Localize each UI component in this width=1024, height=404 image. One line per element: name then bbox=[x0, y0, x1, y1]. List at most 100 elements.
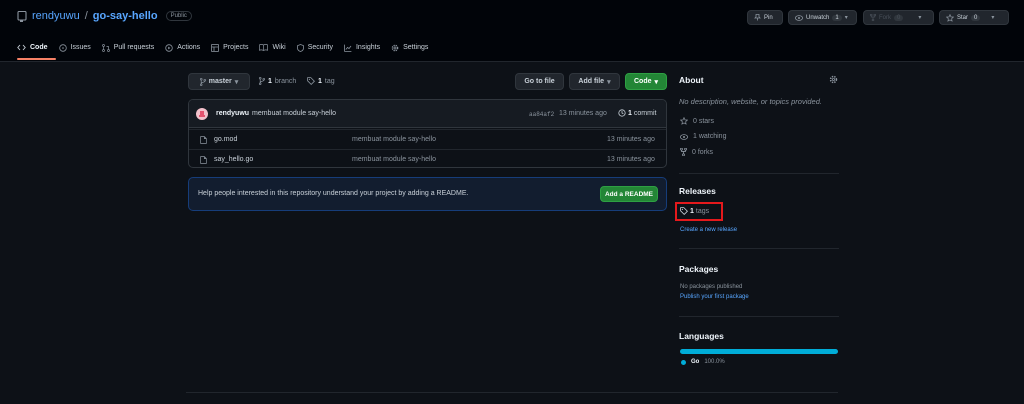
add-readme-button[interactable]: Add a README bbox=[600, 186, 658, 202]
tab-settings[interactable]: Settings bbox=[391, 40, 428, 55]
star-icon bbox=[680, 117, 688, 125]
commit-count: 1 bbox=[628, 109, 632, 117]
tab-projects[interactable]: Projects bbox=[211, 40, 248, 55]
book-icon bbox=[259, 44, 269, 51]
tags-word: tags bbox=[695, 207, 710, 215]
watching-link[interactable]: 1 watching bbox=[680, 133, 726, 140]
commit-sha[interactable]: aa84af2 bbox=[529, 111, 554, 118]
pin-button[interactable]: Pin bbox=[747, 10, 783, 25]
chevron-down-icon: ▾ bbox=[991, 15, 995, 21]
file-commit-message[interactable]: membuat module say-hello bbox=[352, 156, 436, 163]
tab-label: Insights bbox=[355, 44, 381, 51]
forks-link[interactable]: 0 forks bbox=[680, 148, 713, 156]
tab-label: Code bbox=[30, 44, 48, 51]
pull-request-icon bbox=[101, 43, 110, 52]
fork-icon bbox=[870, 14, 876, 21]
language-bar bbox=[680, 349, 838, 354]
tab-issues[interactable]: Issues bbox=[58, 40, 91, 55]
watching-text: 1 watching bbox=[693, 133, 727, 140]
code-icon bbox=[17, 44, 26, 51]
repo-separator: / bbox=[84, 10, 88, 22]
chevron-down-icon: ▾ bbox=[607, 78, 611, 86]
no-packages-text: No packages published bbox=[680, 284, 743, 290]
create-release-link[interactable]: Create a new release bbox=[680, 227, 737, 233]
branch-selector[interactable]: master ▾ bbox=[188, 73, 250, 90]
branch-icon bbox=[259, 77, 265, 85]
eye-icon bbox=[795, 14, 803, 21]
tab-label: Actions bbox=[177, 44, 201, 51]
file-commit-message[interactable]: membuat module say-hello bbox=[352, 136, 436, 143]
chevron-down-icon: ▾ bbox=[844, 15, 848, 21]
tab-label: Projects bbox=[223, 44, 249, 51]
file-time: 13 minutes ago bbox=[607, 136, 655, 143]
tab-label: Wiki bbox=[272, 44, 286, 51]
tab-label: Security bbox=[307, 44, 333, 51]
gear-icon[interactable] bbox=[829, 75, 838, 84]
repo-owner-link[interactable]: rendyuwu bbox=[32, 10, 80, 22]
tab-label: Pull requests bbox=[113, 44, 155, 51]
watch-count: 1 bbox=[832, 14, 842, 21]
commit-message[interactable]: membuat module say-hello bbox=[252, 110, 336, 117]
star-count: 0 bbox=[971, 14, 981, 21]
code-button-label: Code bbox=[633, 78, 652, 85]
fork-count: 0 bbox=[894, 14, 904, 21]
language-go-link[interactable]: Go 100.0% bbox=[681, 359, 725, 365]
file-name[interactable]: say_hello.go bbox=[214, 156, 253, 163]
commit-time: 13 minutes ago bbox=[559, 110, 607, 117]
readme-prompt: Help people interested in this repositor… bbox=[198, 190, 469, 197]
add-file-button[interactable]: Add file ▾ bbox=[569, 73, 620, 90]
tab-pull-requests[interactable]: Pull requests bbox=[101, 40, 155, 55]
tab-label: Issues bbox=[70, 44, 91, 51]
shield-icon bbox=[296, 43, 304, 52]
go-to-file-button[interactable]: Go to file bbox=[515, 73, 564, 90]
code-button[interactable]: Code ▾ bbox=[625, 73, 667, 90]
visibility-badge: Public bbox=[165, 11, 192, 21]
language-dot bbox=[681, 359, 686, 365]
commit-word: commit bbox=[633, 109, 657, 117]
eye-icon bbox=[680, 133, 688, 140]
releases-heading[interactable]: Releases bbox=[679, 186, 716, 196]
tags-link[interactable]: 1 tag bbox=[307, 77, 335, 85]
tab-actions[interactable]: Actions bbox=[165, 40, 200, 55]
tag-icon bbox=[307, 77, 315, 85]
active-tab-indicator bbox=[17, 58, 56, 60]
fork-icon bbox=[680, 148, 687, 156]
sidebar-divider bbox=[679, 248, 839, 249]
commits-link[interactable]: 1 commit bbox=[618, 109, 656, 117]
repo-name-link[interactable]: go-say-hello bbox=[93, 10, 158, 22]
table-row[interactable]: say_hello.go membuat module say-hello 13… bbox=[189, 149, 666, 167]
about-description: No description, website, or topics provi… bbox=[679, 97, 822, 106]
file-name[interactable]: go.mod bbox=[214, 136, 237, 143]
fork-button[interactable]: Fork 0 ▾ bbox=[863, 10, 934, 25]
table-icon bbox=[211, 43, 219, 52]
branches-link[interactable]: 1 branch bbox=[259, 77, 296, 85]
branch-icon bbox=[199, 77, 206, 86]
branch-word: branch bbox=[274, 77, 297, 85]
table-row[interactable]: go.mod membuat module say-hello 13 minut… bbox=[189, 129, 666, 149]
sidebar-divider bbox=[679, 316, 839, 317]
tab-wiki[interactable]: Wiki bbox=[259, 40, 286, 55]
language-percent: 100.0% bbox=[704, 359, 725, 365]
repo-header: rendyuwu / go-say-hello Public Pin Unwat… bbox=[0, 0, 1024, 62]
tab-code[interactable]: Code bbox=[17, 40, 48, 55]
packages-heading[interactable]: Packages bbox=[679, 264, 718, 274]
star-button[interactable]: Star 0 ▾ bbox=[939, 10, 1009, 25]
stars-text: 0 stars bbox=[693, 117, 715, 125]
pin-icon bbox=[754, 14, 761, 21]
tab-security[interactable]: Security bbox=[296, 40, 333, 55]
commit-author[interactable]: rendyuwu bbox=[216, 110, 249, 117]
unwatch-button[interactable]: Unwatch 1 ▾ bbox=[788, 10, 857, 25]
history-icon bbox=[618, 109, 626, 117]
tags-count-link[interactable]: 1 tags bbox=[680, 207, 709, 215]
stars-link[interactable]: 0 stars bbox=[680, 117, 714, 125]
latest-commit-bar: rendyuwu membuat module say-hello aa84af… bbox=[189, 100, 666, 128]
repo-tabs: Code Issues Pull requests Actions Projec… bbox=[17, 40, 439, 55]
publish-package-link[interactable]: Publish your first package bbox=[680, 294, 749, 300]
graph-icon bbox=[344, 44, 352, 52]
chevron-down-icon: ▾ bbox=[234, 78, 239, 86]
tab-insights[interactable]: Insights bbox=[344, 40, 380, 55]
avatar[interactable] bbox=[196, 108, 208, 120]
tag-icon bbox=[680, 207, 688, 215]
tab-label: Settings bbox=[403, 44, 429, 51]
about-heading: About bbox=[679, 75, 704, 85]
